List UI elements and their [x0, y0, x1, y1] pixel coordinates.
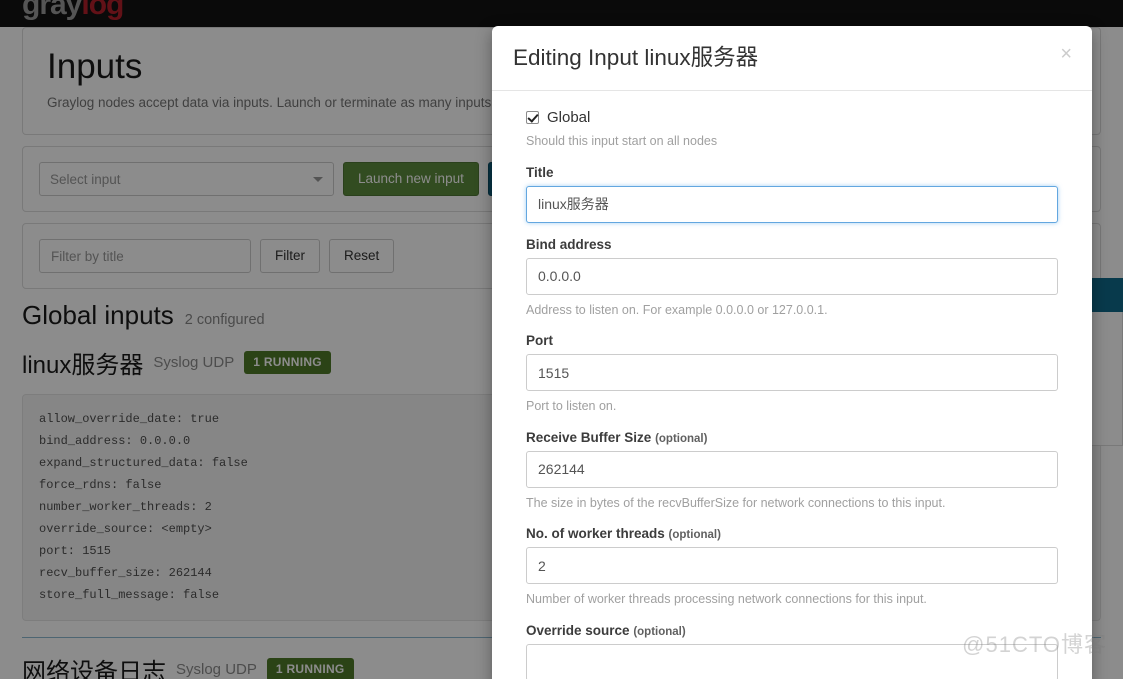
field-label-text: Override source: [526, 622, 630, 638]
form-group-override-source: Override source (optional) The source is…: [526, 623, 1058, 679]
field-label: No. of worker threads (optional): [526, 526, 1058, 541]
field-help-text: Address to listen on. For example 0.0.0.…: [526, 302, 828, 317]
close-icon[interactable]: ×: [1056, 42, 1076, 66]
screen: graylog Inputs Graylog nodes accept data…: [0, 0, 1123, 679]
form-group-port: Port 1515 Port to listen on.: [526, 333, 1058, 416]
field-label: Bind address: [526, 237, 1058, 252]
field-label: Receive Buffer Size (optional): [526, 430, 1058, 445]
bind-address-input[interactable]: 0.0.0.0: [526, 257, 1058, 295]
receive-buffer-size-input[interactable]: 262144: [526, 450, 1058, 488]
field-help-text: The size in bytes of the recvBufferSize …: [526, 495, 946, 510]
field-label-text: Port: [526, 333, 553, 349]
field-label: Port: [526, 333, 1058, 348]
bind-address-value: 0.0.0.0: [538, 268, 581, 285]
field-label: Override source (optional): [526, 623, 1058, 638]
checkbox-icon[interactable]: [526, 111, 539, 125]
field-help-text: Number of worker threads processing netw…: [526, 592, 927, 607]
modal-header: Editing Input linux服务器 ×: [492, 26, 1092, 92]
receive-buffer-size-value: 262144: [538, 461, 585, 478]
field-label: Title: [526, 165, 1058, 180]
field-label-text: No. of worker threads: [526, 526, 665, 542]
title-input-value: linux服务器: [538, 196, 609, 213]
global-checkbox-row[interactable]: Global: [526, 109, 1058, 126]
field-label-text: Receive Buffer Size: [526, 429, 652, 445]
worker-threads-value: 2: [538, 557, 546, 574]
port-input[interactable]: 1515: [526, 354, 1058, 392]
field-label-text: Title: [526, 164, 554, 180]
form-group-receive-buffer-size: Receive Buffer Size (optional) 262144 Th…: [526, 430, 1058, 513]
modal-title: Editing Input linux服务器: [513, 45, 759, 70]
field-optional-tag: (optional): [655, 432, 708, 445]
port-value: 1515: [538, 364, 570, 381]
field-label-text: Bind address: [526, 236, 612, 252]
field-optional-tag: (optional): [633, 625, 686, 638]
form-group-bind-address: Bind address 0.0.0.0 Address to listen o…: [526, 237, 1058, 320]
field-help-text: Port to listen on.: [526, 399, 617, 414]
form-group-title: Title linux服务器: [526, 165, 1058, 223]
worker-threads-input[interactable]: 2: [526, 547, 1058, 585]
edit-input-modal: Editing Input linux服务器 × Global Should t…: [492, 26, 1092, 679]
field-optional-tag: (optional): [668, 529, 721, 542]
title-input[interactable]: linux服务器: [526, 185, 1058, 223]
form-group-worker-threads: No. of worker threads (optional) 2 Numbe…: [526, 526, 1058, 609]
modal-body: Global Should this input start on all no…: [492, 91, 1092, 679]
override-source-input[interactable]: [526, 643, 1058, 679]
global-checkbox-label: Global: [547, 109, 591, 127]
global-help-text: Should this input start on all nodes: [526, 134, 718, 149]
